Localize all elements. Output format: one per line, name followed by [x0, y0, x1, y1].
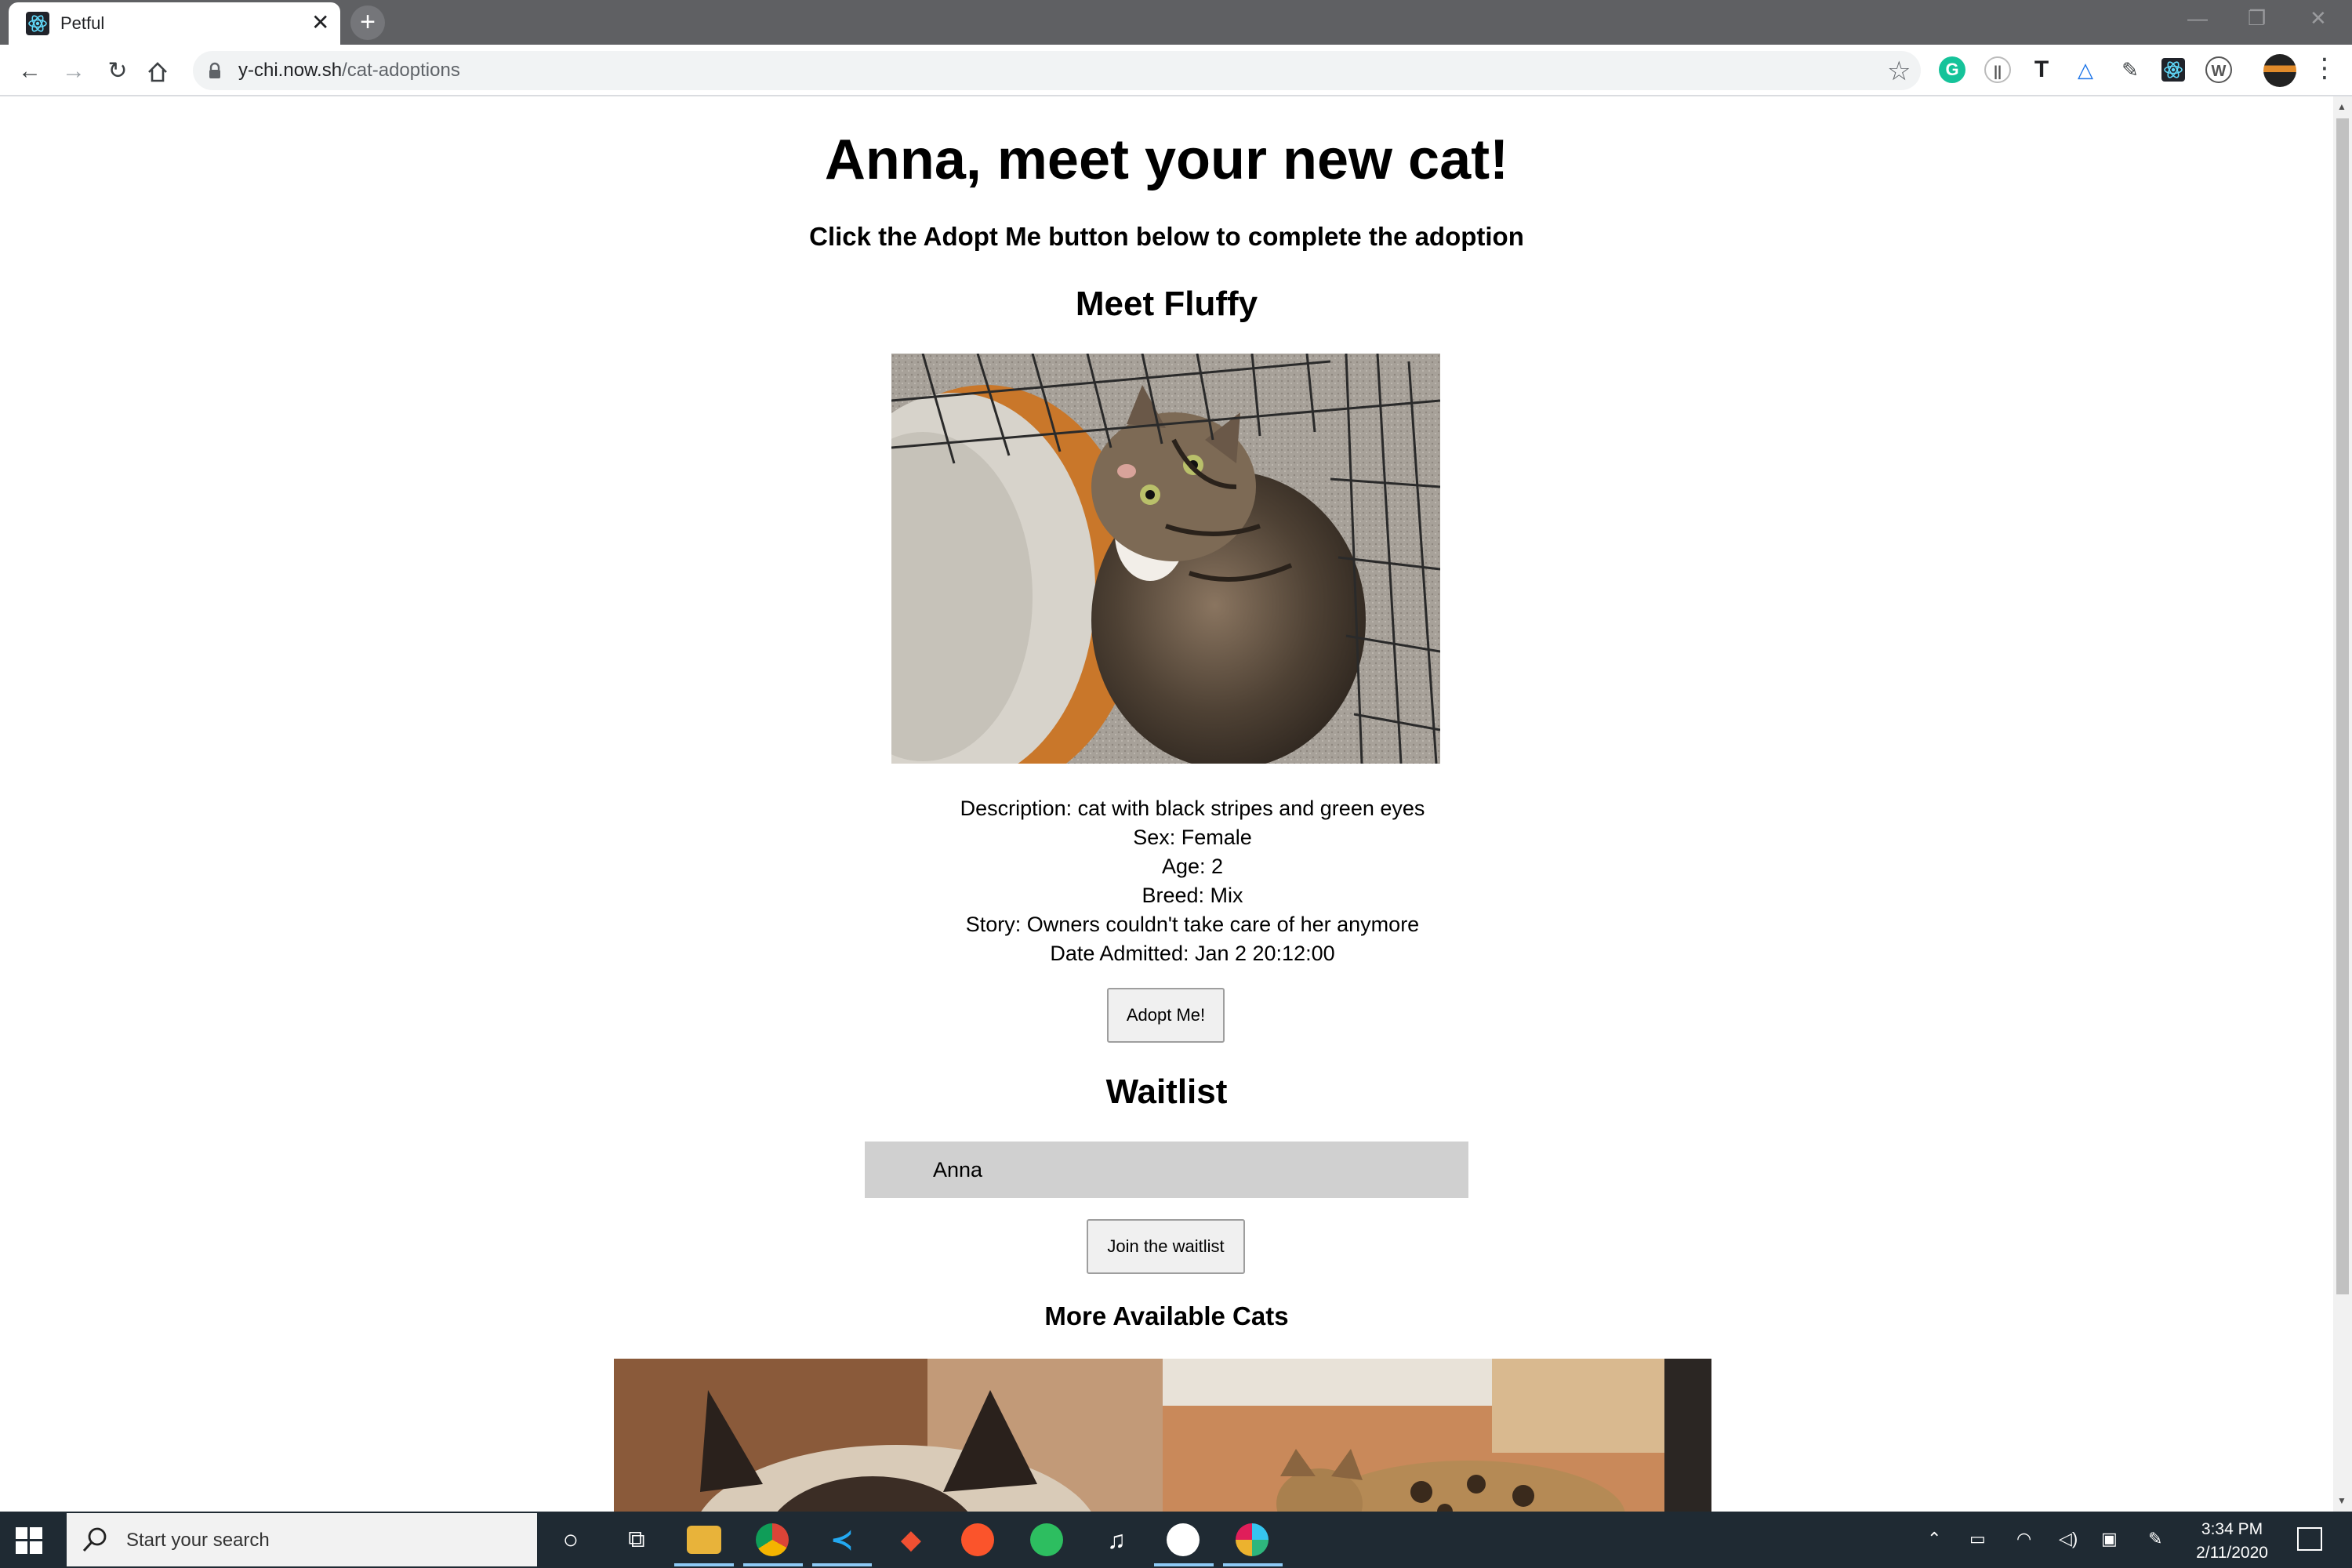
pet-breed: Breed: Mix: [1142, 884, 1243, 907]
close-tab-icon[interactable]: ✕: [311, 10, 329, 35]
bookmark-star-icon[interactable]: ☆: [1887, 56, 1911, 87]
page-scrollbar[interactable]: ▲ ▼: [2333, 96, 2352, 1512]
url-text: y-chi.now.sh/cat-adoptions: [238, 60, 460, 82]
notifications-icon[interactable]: [2297, 1527, 2322, 1551]
scroll-down-icon[interactable]: ▼: [2337, 1495, 2347, 1506]
grammarly-icon[interactable]: G: [1939, 56, 1965, 83]
taskbar: Start your search ○ ⧉ ≺ ◆ ♫ ⌃ ▭ ◠ ◁) ▣ ✎…: [0, 1512, 2352, 1568]
tab-title: Petful: [60, 13, 105, 33]
text-tool-icon[interactable]: T: [2028, 56, 2055, 83]
browser-tabstrip: Petful ✕ + — ❐ ✕: [0, 0, 2352, 45]
cat-photo: [891, 354, 1440, 764]
pet-date-admitted: Date Admitted: Jan 2 20:12:00: [1050, 942, 1335, 965]
home-icon[interactable]: [146, 60, 169, 84]
more-cats-heading: More Available Cats: [1044, 1301, 1289, 1330]
pet-sex: Sex: Female: [1133, 826, 1252, 849]
close-window-icon[interactable]: ✕: [2310, 6, 2327, 31]
lock-icon: [209, 62, 220, 78]
extension-bars-icon[interactable]: ||: [1984, 56, 2011, 83]
page-title: Anna, meet your new cat!: [824, 129, 1509, 191]
github-desktop-icon[interactable]: [1167, 1523, 1200, 1556]
address-bar[interactable]: y-chi.now.sh/cat-adoptions ☆: [193, 51, 1921, 90]
git-icon[interactable]: ◆: [892, 1521, 930, 1559]
active-app-indicator: [1223, 1563, 1283, 1566]
reload-icon[interactable]: ↻: [100, 54, 135, 89]
menu-kebab-icon[interactable]: ⋮: [2311, 53, 2338, 84]
wordpress-icon[interactable]: W: [2205, 56, 2232, 83]
search-icon: [82, 1527, 107, 1552]
waitlist-item: Anna: [933, 1158, 983, 1181]
active-app-indicator: [674, 1563, 734, 1566]
pet-description: Description: cat with black stripes and …: [960, 797, 1425, 820]
siamese-cat-photo[interactable]: [614, 1359, 1163, 1512]
tab-petful[interactable]: Petful ✕: [9, 2, 340, 45]
minimize-icon[interactable]: —: [2187, 6, 2208, 31]
volume-icon[interactable]: ◁): [2059, 1529, 2078, 1549]
show-hidden-icons[interactable]: ⌃: [1927, 1529, 1941, 1549]
back-icon[interactable]: ←: [13, 54, 47, 89]
clock-date: 2/11/2020: [2196, 1544, 2268, 1562]
triangle-extension-icon[interactable]: △: [2072, 56, 2099, 83]
scroll-up-icon[interactable]: ▲: [2337, 101, 2347, 112]
react-devtools-icon[interactable]: [2161, 58, 2185, 82]
pet-details: Description: cat with black stripes and …: [862, 794, 1523, 968]
pen-extension-icon[interactable]: ✎: [2117, 56, 2143, 83]
taskbar-search-box[interactable]: Start your search: [67, 1513, 537, 1566]
active-app-indicator: [812, 1563, 872, 1566]
system-clock[interactable]: 3:34 PM 2/11/2020: [2181, 1518, 2283, 1565]
scroll-thumb[interactable]: [2336, 118, 2349, 1294]
wifi-icon[interactable]: ◠: [2016, 1529, 2031, 1549]
task-view-icon[interactable]: ⧉: [618, 1521, 655, 1559]
pen-icon[interactable]: ✎: [2148, 1529, 2162, 1549]
waitlist-list: Anna: [865, 1142, 1468, 1198]
pet-age: Age: 2: [1161, 855, 1224, 878]
pet-heading: Meet Fluffy: [1075, 285, 1258, 323]
restore-icon[interactable]: ❐: [2248, 6, 2266, 31]
browser-toolbar: ← → ↻ y-chi.now.sh/cat-adoptions ☆ G || …: [0, 45, 2352, 96]
url-host: y-chi.now.sh: [238, 60, 343, 81]
active-app-indicator: [1154, 1563, 1214, 1566]
brave-icon[interactable]: [961, 1523, 994, 1556]
vscode-icon[interactable]: ≺: [823, 1521, 861, 1559]
chrome-icon[interactable]: [756, 1523, 789, 1556]
music-icon[interactable]: ♫: [1098, 1521, 1135, 1559]
battery-icon[interactable]: ▭: [1969, 1529, 1986, 1549]
url-path: /cat-adoptions: [342, 60, 460, 81]
slack-icon[interactable]: [1236, 1523, 1269, 1556]
new-tab-button[interactable]: +: [350, 5, 385, 40]
display-icon[interactable]: ▣: [2101, 1529, 2118, 1549]
search-placeholder: Start your search: [126, 1530, 270, 1551]
windows-start-icon[interactable]: [16, 1527, 42, 1554]
bengal-cat-photo[interactable]: [1163, 1359, 1711, 1512]
clock-time: 3:34 PM: [2201, 1520, 2263, 1538]
page-content: Anna, meet your new cat! Click the Adopt…: [0, 96, 2333, 1512]
pet-story: Story: Owners couldn't take care of her …: [965, 913, 1420, 936]
react-logo-icon: [26, 12, 49, 35]
active-app-indicator: [743, 1563, 803, 1566]
adoption-instruction: Click the Adopt Me button below to compl…: [809, 222, 1524, 251]
file-explorer-icon[interactable]: [687, 1526, 721, 1554]
profile-avatar[interactable]: [2263, 54, 2296, 87]
adopt-me-button[interactable]: Adopt Me!: [1107, 988, 1225, 1043]
join-waitlist-button[interactable]: Join the waitlist: [1087, 1219, 1245, 1274]
waitlist-heading: Waitlist: [1105, 1073, 1228, 1111]
forward-icon[interactable]: →: [56, 54, 91, 89]
evernote-icon[interactable]: [1030, 1523, 1063, 1556]
cortana-icon[interactable]: ○: [552, 1521, 590, 1559]
